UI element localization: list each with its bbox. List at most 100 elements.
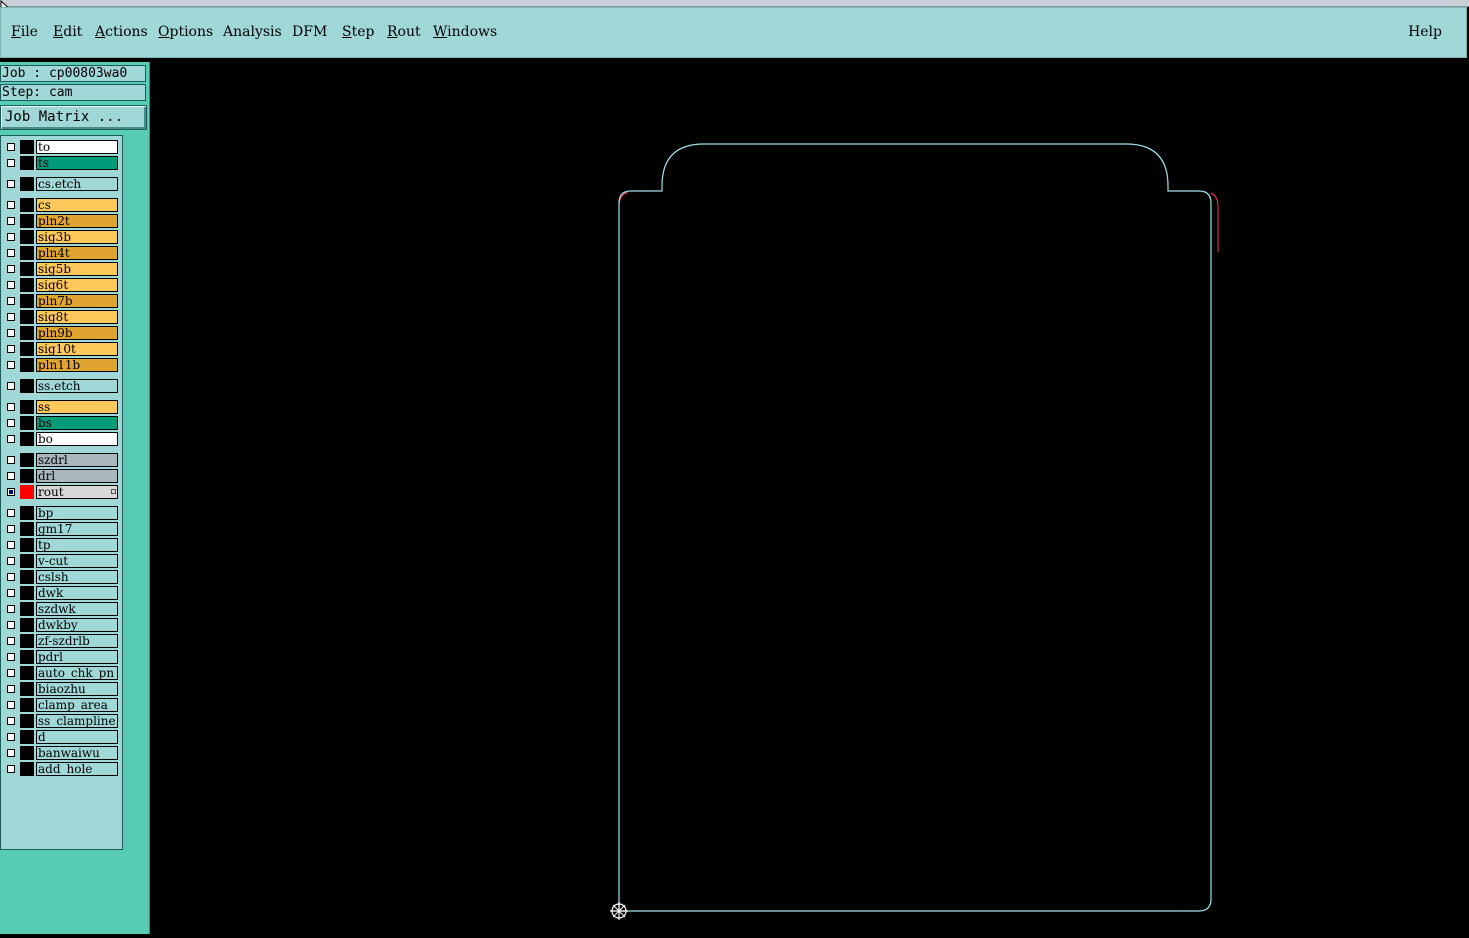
- layer-name[interactable]: d: [36, 730, 118, 744]
- layer-color-swatch[interactable]: [20, 485, 34, 499]
- layer-row-dwkby[interactable]: dwkby: [1, 617, 120, 633]
- layer-checkbox[interactable]: [7, 557, 15, 565]
- layer-name[interactable]: biaozhu: [36, 682, 118, 696]
- layer-name[interactable]: szdwk: [36, 602, 118, 616]
- layer-row-ss[interactable]: ss: [1, 399, 120, 415]
- layer-checkbox[interactable]: [7, 685, 15, 693]
- layer-checkbox[interactable]: [7, 217, 15, 225]
- layer-checkbox[interactable]: [7, 733, 15, 741]
- layer-name[interactable]: bo: [36, 432, 118, 446]
- layer-row-clamp_area[interactable]: clamp_area: [1, 697, 120, 713]
- layer-color-swatch[interactable]: [20, 140, 34, 154]
- layer-name[interactable]: banwaiwu: [36, 746, 118, 760]
- menu-help[interactable]: Help: [1408, 24, 1442, 40]
- layer-checkbox[interactable]: [7, 265, 15, 273]
- layer-color-swatch[interactable]: [20, 246, 34, 260]
- layer-color-swatch[interactable]: [20, 400, 34, 414]
- layer-checkbox[interactable]: [7, 249, 15, 257]
- layer-row-szdwk[interactable]: szdwk: [1, 601, 120, 617]
- layer-checkbox[interactable]: [7, 749, 15, 757]
- layer-name[interactable]: ss_clampline: [36, 714, 118, 728]
- layer-color-swatch[interactable]: [20, 214, 34, 228]
- layer-name[interactable]: drl: [36, 469, 118, 483]
- layer-row-drl[interactable]: drl: [1, 468, 120, 484]
- layer-checkbox[interactable]: [7, 313, 15, 321]
- layer-row-v-cut[interactable]: v-cut: [1, 553, 120, 569]
- layer-name[interactable]: gm17: [36, 522, 118, 536]
- layer-row-cs[interactable]: cs: [1, 197, 120, 213]
- layer-name[interactable]: dwk: [36, 586, 118, 600]
- layer-checkbox[interactable]: [7, 419, 15, 427]
- layer-checkbox[interactable]: [7, 382, 15, 390]
- layer-checkbox[interactable]: [7, 621, 15, 629]
- layer-color-swatch[interactable]: [20, 358, 34, 372]
- layer-checkbox[interactable]: [7, 201, 15, 209]
- layer-color-swatch[interactable]: [20, 432, 34, 446]
- menu-dfm[interactable]: DFM: [292, 24, 327, 40]
- layer-checkbox[interactable]: [7, 435, 15, 443]
- layer-color-swatch[interactable]: [20, 156, 34, 170]
- layer-color-swatch[interactable]: [20, 730, 34, 744]
- layer-row-bs[interactable]: bs: [1, 415, 120, 431]
- layer-name[interactable]: add_hole: [36, 762, 118, 776]
- layer-row-ss_clampline[interactable]: ss_clampline: [1, 713, 120, 729]
- layer-row-add_hole[interactable]: add_hole: [1, 761, 120, 777]
- layer-row-pln7b[interactable]: pln7b: [1, 293, 120, 309]
- layer-name[interactable]: v-cut: [36, 554, 118, 568]
- layer-name[interactable]: bs: [36, 416, 118, 430]
- layer-checkbox[interactable]: [7, 233, 15, 241]
- menu-actions[interactable]: Actions: [95, 24, 148, 40]
- layer-color-swatch[interactable]: [20, 698, 34, 712]
- layer-color-swatch[interactable]: [20, 310, 34, 324]
- layer-name[interactable]: bp: [36, 506, 118, 520]
- layer-name[interactable]: ss.etch: [36, 379, 118, 393]
- layer-color-swatch[interactable]: [20, 666, 34, 680]
- job-matrix-button[interactable]: Job Matrix ...: [0, 105, 147, 130]
- layer-name[interactable]: cslsh: [36, 570, 118, 584]
- layer-row-dwk[interactable]: dwk: [1, 585, 120, 601]
- layer-name[interactable]: szdrl: [36, 453, 118, 467]
- layer-row-gm17[interactable]: gm17: [1, 521, 120, 537]
- menu-rout[interactable]: Rout: [387, 24, 421, 40]
- layer-row-zf-szdrlb[interactable]: zf-szdrlb: [1, 633, 120, 649]
- layer-row-pdrl[interactable]: pdrl: [1, 649, 120, 665]
- layer-color-swatch[interactable]: [20, 618, 34, 632]
- layer-name[interactable]: pln4t: [36, 246, 118, 260]
- layer-row-biaozhu[interactable]: biaozhu: [1, 681, 120, 697]
- layer-checkbox[interactable]: [7, 637, 15, 645]
- layer-checkbox[interactable]: [7, 281, 15, 289]
- layer-checkbox[interactable]: [7, 403, 15, 411]
- layer-checkbox[interactable]: [7, 653, 15, 661]
- layer-color-swatch[interactable]: [20, 746, 34, 760]
- menu-analysis[interactable]: Analysis: [223, 24, 282, 40]
- layer-color-swatch[interactable]: [20, 554, 34, 568]
- menu-file[interactable]: File: [11, 24, 38, 40]
- layer-color-swatch[interactable]: [20, 326, 34, 340]
- layer-color-swatch[interactable]: [20, 342, 34, 356]
- layer-color-swatch[interactable]: [20, 278, 34, 292]
- layer-checkbox[interactable]: [7, 361, 15, 369]
- layer-checkbox[interactable]: [7, 159, 15, 167]
- layer-color-swatch[interactable]: [20, 538, 34, 552]
- layer-name[interactable]: sig8t: [36, 310, 118, 324]
- layer-color-swatch[interactable]: [20, 453, 34, 467]
- layer-color-swatch[interactable]: [20, 198, 34, 212]
- layer-color-swatch[interactable]: [20, 230, 34, 244]
- layer-row-d[interactable]: d: [1, 729, 120, 745]
- layer-color-swatch[interactable]: [20, 634, 34, 648]
- layer-name[interactable]: sig3b: [36, 230, 118, 244]
- layer-row-sig10t[interactable]: sig10t: [1, 341, 120, 357]
- layer-color-swatch[interactable]: [20, 570, 34, 584]
- layer-checkbox[interactable]: [7, 701, 15, 709]
- layer-name[interactable]: ss: [36, 400, 118, 414]
- layer-checkbox[interactable]: [7, 589, 15, 597]
- layer-row-banwaiwu[interactable]: banwaiwu: [1, 745, 120, 761]
- graphic-canvas[interactable]: [150, 62, 1469, 934]
- layer-name[interactable]: cs.etch: [36, 177, 118, 191]
- layer-row-cslsh[interactable]: cslsh: [1, 569, 120, 585]
- layer-color-swatch[interactable]: [20, 379, 34, 393]
- layer-color-swatch[interactable]: [20, 469, 34, 483]
- layer-row-sig5b[interactable]: sig5b: [1, 261, 120, 277]
- layer-color-swatch[interactable]: [20, 416, 34, 430]
- layer-row-sig6t[interactable]: sig6t: [1, 277, 120, 293]
